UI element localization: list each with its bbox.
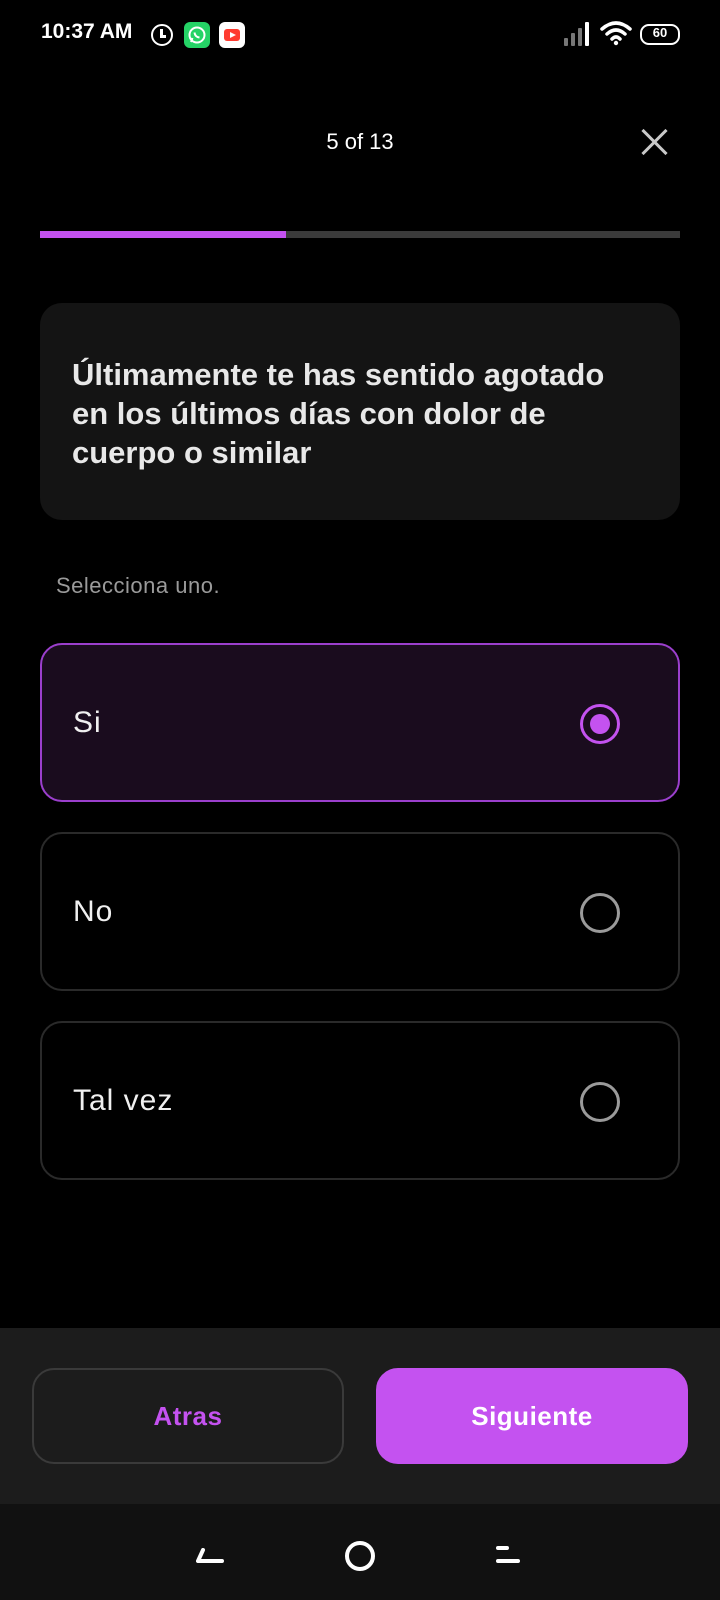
battery-icon: 60 bbox=[640, 24, 680, 45]
battery-level-text: 60 bbox=[652, 25, 668, 40]
radio-selected-icon[interactable] bbox=[580, 704, 620, 744]
system-nav-bar bbox=[0, 1504, 720, 1600]
status-bar: 10:37 AM 60 bbox=[0, 0, 720, 70]
status-time: 10:37 AM bbox=[41, 20, 133, 43]
whatsapp-icon bbox=[184, 22, 210, 48]
option-label: No bbox=[73, 895, 114, 928]
option-si[interactable]: Si bbox=[40, 643, 680, 802]
progress-fill bbox=[40, 231, 287, 238]
nav-home-icon[interactable] bbox=[345, 1541, 375, 1571]
question-text: Últimamente te has sentido agotado en lo… bbox=[72, 357, 605, 470]
option-no[interactable]: No bbox=[40, 832, 680, 991]
nav-recents-icon[interactable] bbox=[496, 1546, 522, 1568]
radio-empty-icon[interactable] bbox=[580, 893, 620, 933]
radio-empty-icon[interactable] bbox=[580, 1082, 620, 1122]
question-card: Últimamente te has sentido agotado en lo… bbox=[40, 303, 680, 520]
bottom-action-bar: Atras Siguiente bbox=[0, 1328, 720, 1504]
option-label: Si bbox=[73, 706, 102, 739]
youtube-icon bbox=[219, 22, 245, 48]
back-button[interactable]: Atras bbox=[32, 1368, 344, 1464]
radio-dot bbox=[590, 714, 610, 734]
clock-icon bbox=[151, 24, 173, 46]
progress-track bbox=[40, 231, 680, 238]
option-tal-vez[interactable]: Tal vez bbox=[40, 1021, 680, 1180]
wifi-icon bbox=[600, 21, 632, 46]
next-button[interactable]: Siguiente bbox=[376, 1368, 688, 1464]
nav-back-icon[interactable] bbox=[196, 1548, 224, 1566]
step-counter: 5 of 13 bbox=[326, 129, 394, 154]
signal-icon bbox=[564, 22, 589, 46]
select-hint: Selecciona uno. bbox=[56, 573, 221, 598]
option-label: Tal vez bbox=[73, 1084, 174, 1117]
close-icon[interactable] bbox=[636, 123, 674, 161]
